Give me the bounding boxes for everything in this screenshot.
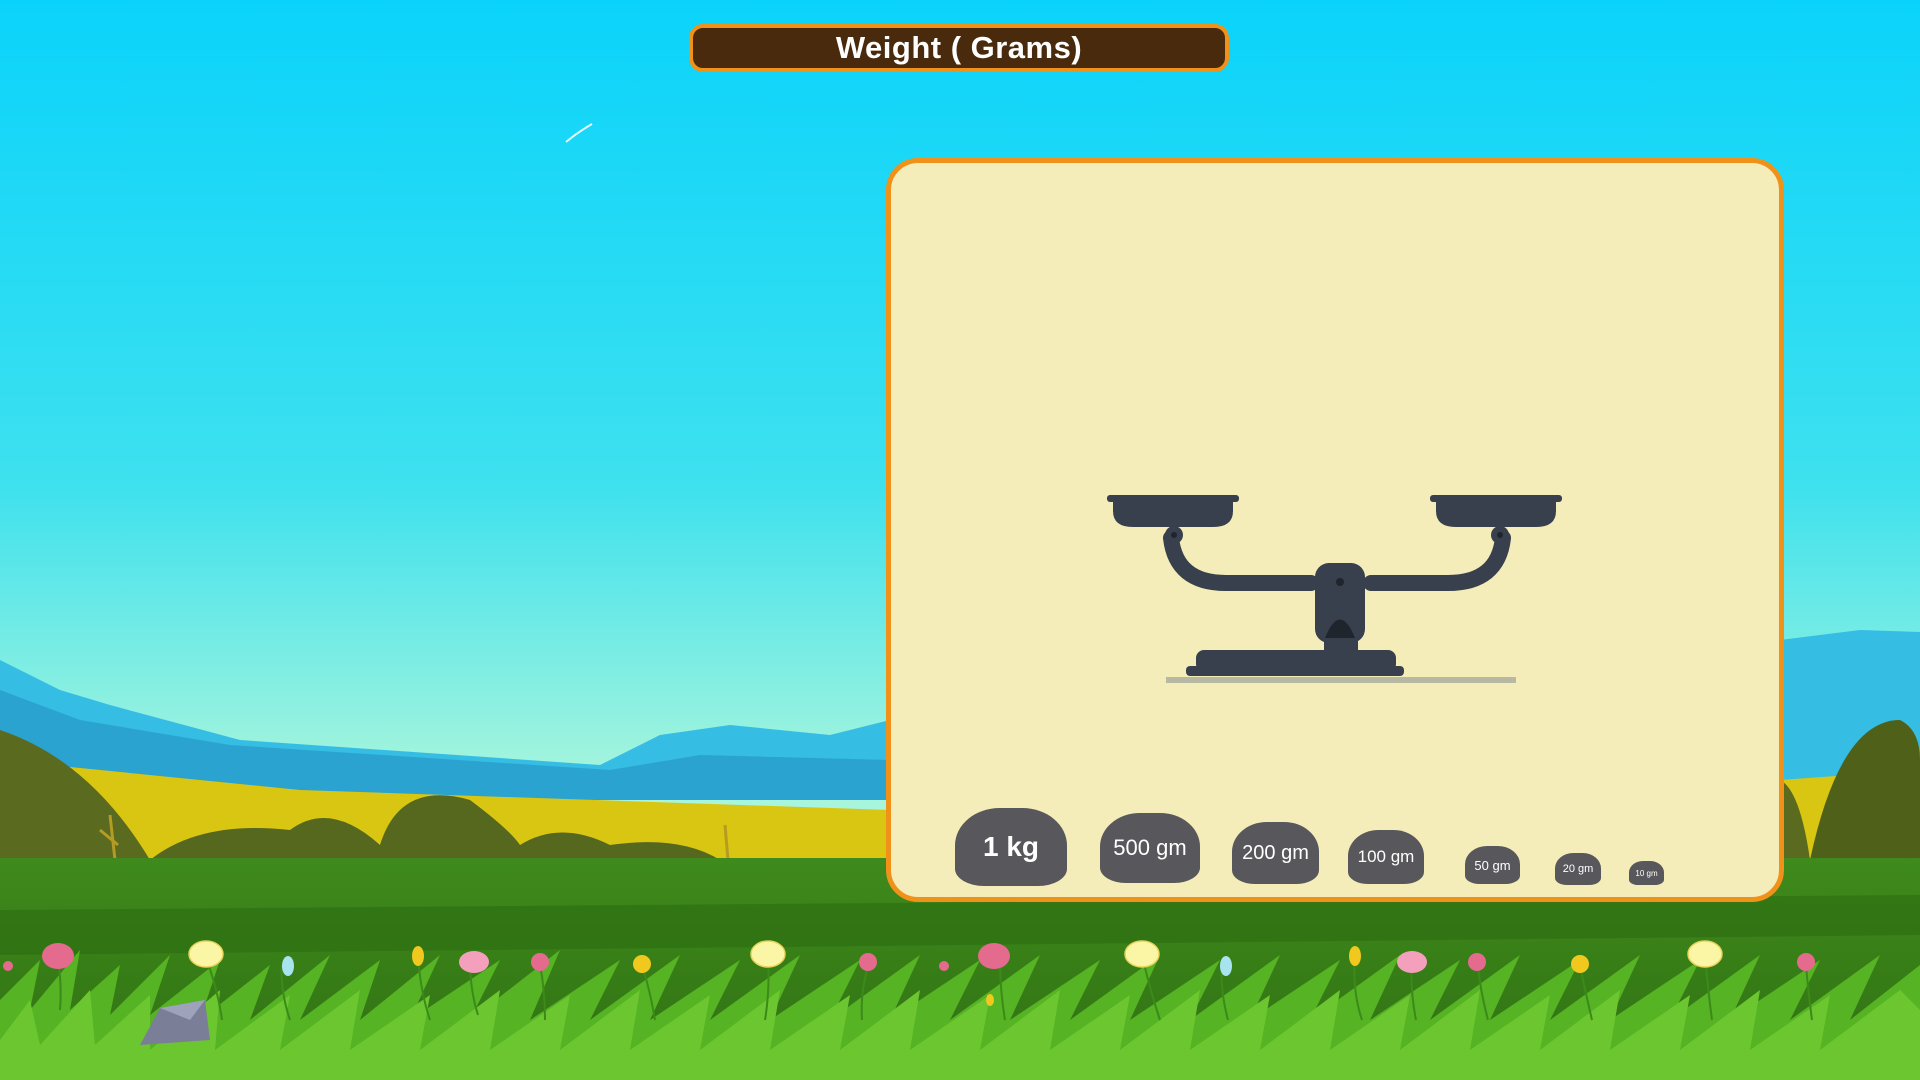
scale-right-pan	[1436, 501, 1556, 527]
scale-left-pan	[1113, 501, 1233, 527]
weight-10gm-label: 10 gm	[1635, 868, 1658, 878]
balance-scale-icon	[1107, 495, 1562, 683]
scale-left-pan-rim	[1107, 495, 1239, 502]
scale-left-arm	[1163, 530, 1319, 591]
weight-20gm[interactable]: 20 gm	[1555, 853, 1601, 885]
weight-1kg-label: 1 kg	[982, 831, 1040, 862]
scale-right-arm	[1363, 530, 1511, 591]
weight-500gm[interactable]: 500 gm	[1100, 813, 1200, 883]
activity-panel: 1 kg 500 gm 200 gm 100 gm 50 gm 20 gm 10…	[886, 158, 1784, 902]
weight-50gm[interactable]: 50 gm	[1465, 846, 1520, 884]
weight-20gm-label: 20 gm	[1562, 863, 1594, 875]
title-bar: Weight ( Grams)	[689, 24, 1229, 72]
weight-100gm-label: 100 gm	[1357, 847, 1415, 866]
weight-200gm[interactable]: 200 gm	[1232, 822, 1319, 884]
weight-50gm-label: 50 gm	[1474, 857, 1511, 873]
weight-1kg[interactable]: 1 kg	[955, 808, 1067, 886]
scale-shadow	[1166, 677, 1516, 683]
weight-200gm-label: 200 gm	[1242, 841, 1309, 864]
scale-right-pan-rim	[1430, 495, 1562, 502]
weight-100gm[interactable]: 100 gm	[1348, 830, 1424, 884]
weight-10gm[interactable]: 10 gm	[1629, 861, 1664, 885]
title-text: Weight ( Grams)	[835, 30, 1083, 65]
weight-500gm-label: 500 gm	[1113, 835, 1187, 860]
